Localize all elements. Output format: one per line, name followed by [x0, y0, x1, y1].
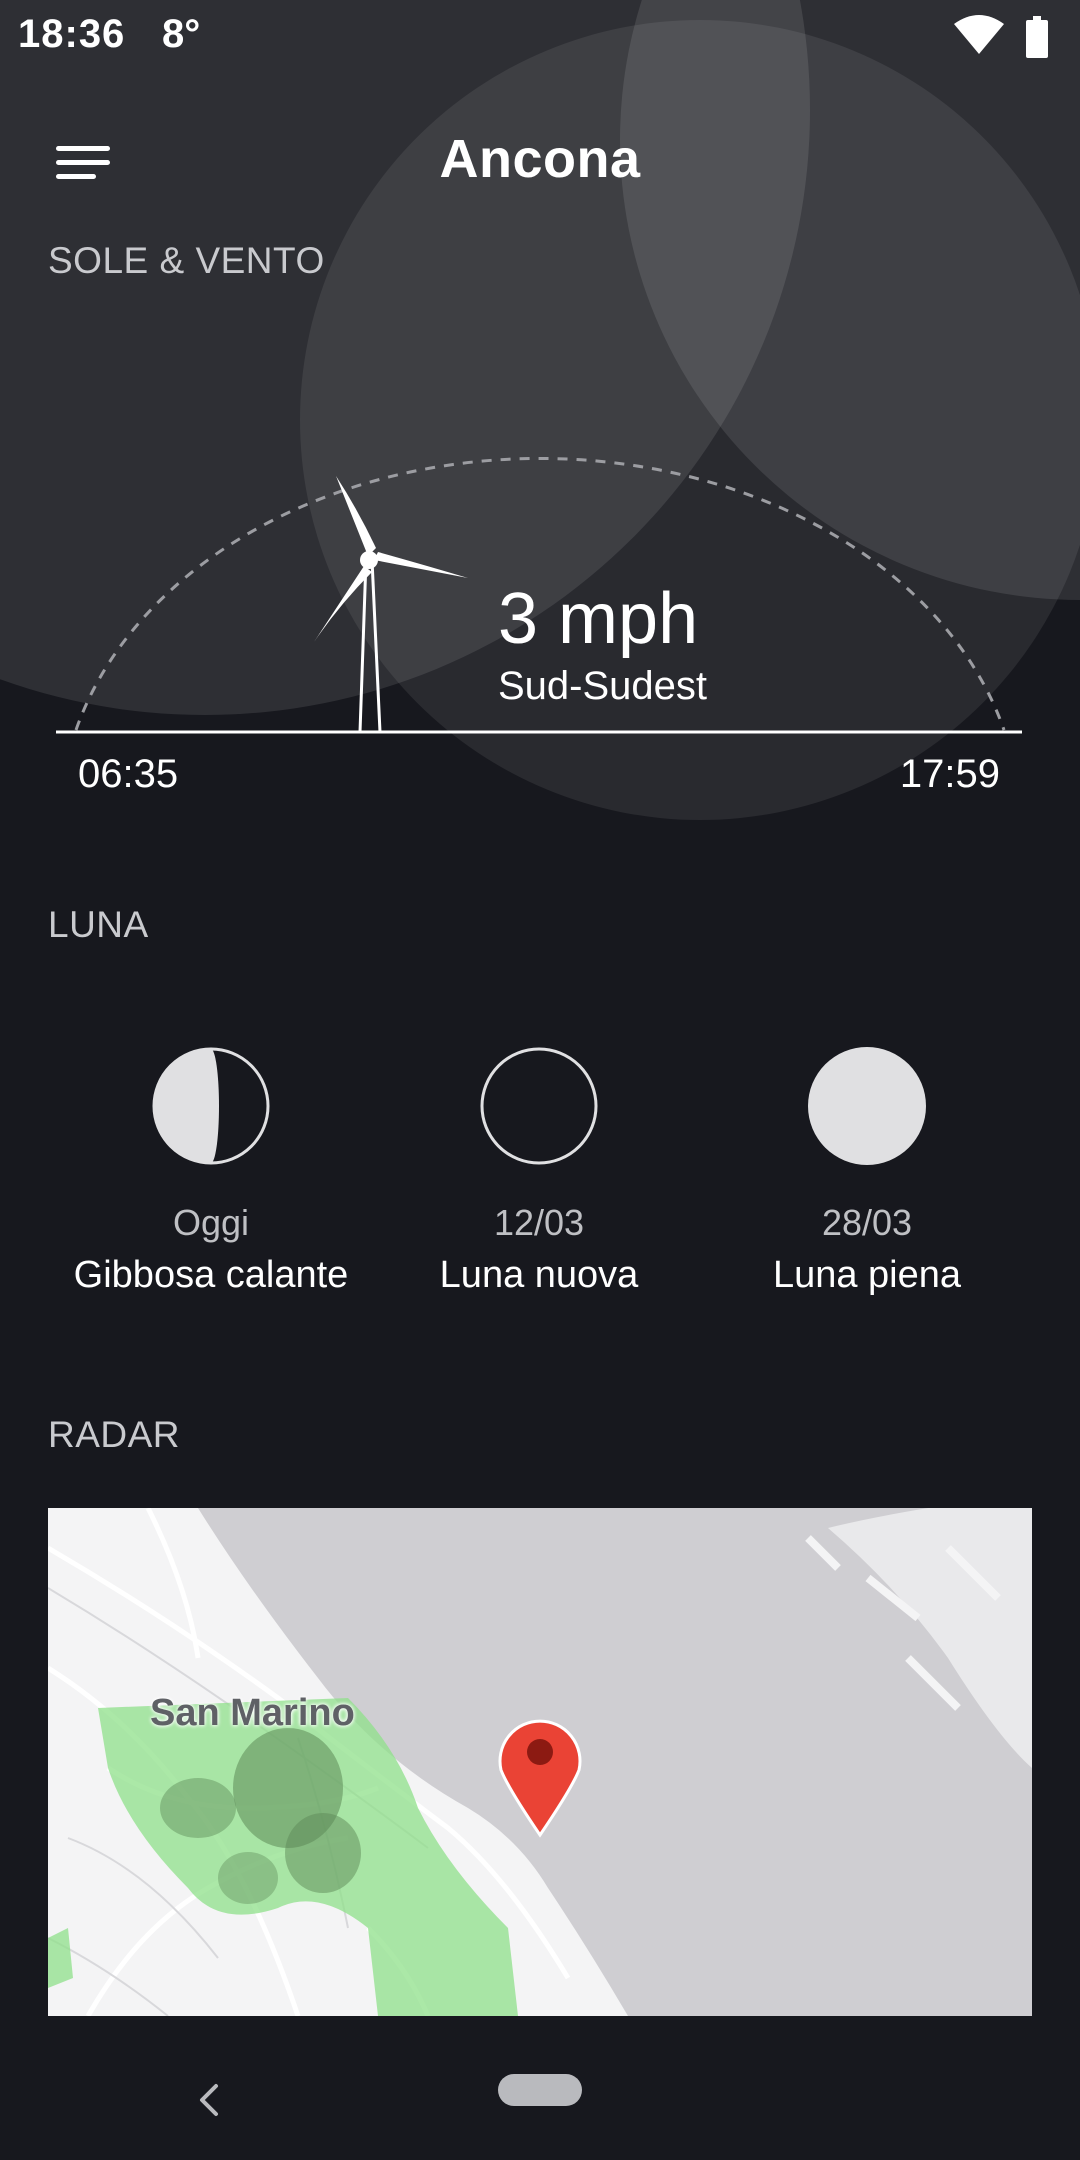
- battery-icon: [1026, 16, 1048, 58]
- status-time: 18:36: [18, 12, 126, 56]
- wind-turbine-icon: [314, 476, 468, 734]
- moon-phase-new: 12/03 Luna nuova: [359, 1046, 719, 1297]
- home-pill-icon[interactable]: [498, 2074, 582, 2106]
- status-temperature: 8°: [162, 12, 201, 56]
- radar-map[interactable]: San Marino: [48, 1508, 1032, 2016]
- map-place-label: San Marino: [150, 1692, 355, 1734]
- moon-phase-today: Oggi Gibbosa calante: [31, 1046, 391, 1297]
- moon-phase-date: 28/03: [821, 1202, 913, 1243]
- moon-phase-full: 28/03 Luna piena: [687, 1046, 1047, 1297]
- moon-phase-name: Luna nuova: [439, 1254, 639, 1296]
- city-title: Ancona: [439, 129, 641, 189]
- moon-phase-date: Oggi: [172, 1202, 250, 1243]
- section-label-radar: RADAR: [48, 1414, 181, 1455]
- waning-gibbous-moon-icon: [152, 1047, 270, 1165]
- radar-map-image: [48, 1508, 1032, 2016]
- status-bar: 18:36 8°: [0, 0, 1080, 72]
- sunset-time: 17:59: [899, 752, 1000, 796]
- top-app-bar: Ancona: [0, 110, 1080, 210]
- navigation-bar: [0, 2040, 1080, 2160]
- wifi-icon: [954, 15, 1004, 54]
- status-icons: [954, 15, 1048, 58]
- section-label-moon: LUNA: [48, 904, 149, 945]
- full-moon-icon: [808, 1047, 926, 1165]
- moon-phase-name: Gibbosa calante: [73, 1254, 349, 1296]
- back-icon[interactable]: [180, 2062, 240, 2138]
- new-moon-icon: [480, 1047, 598, 1165]
- sunrise-time: 06:35: [78, 752, 179, 796]
- moon-phase-name: Luna piena: [772, 1254, 962, 1296]
- wind-direction: Sud-Sudest: [498, 664, 708, 708]
- moon-phase-date: 12/03: [493, 1202, 585, 1243]
- wind-speed: 3 mph: [498, 579, 699, 659]
- section-label-sun-wind: SOLE & VENTO: [48, 240, 325, 281]
